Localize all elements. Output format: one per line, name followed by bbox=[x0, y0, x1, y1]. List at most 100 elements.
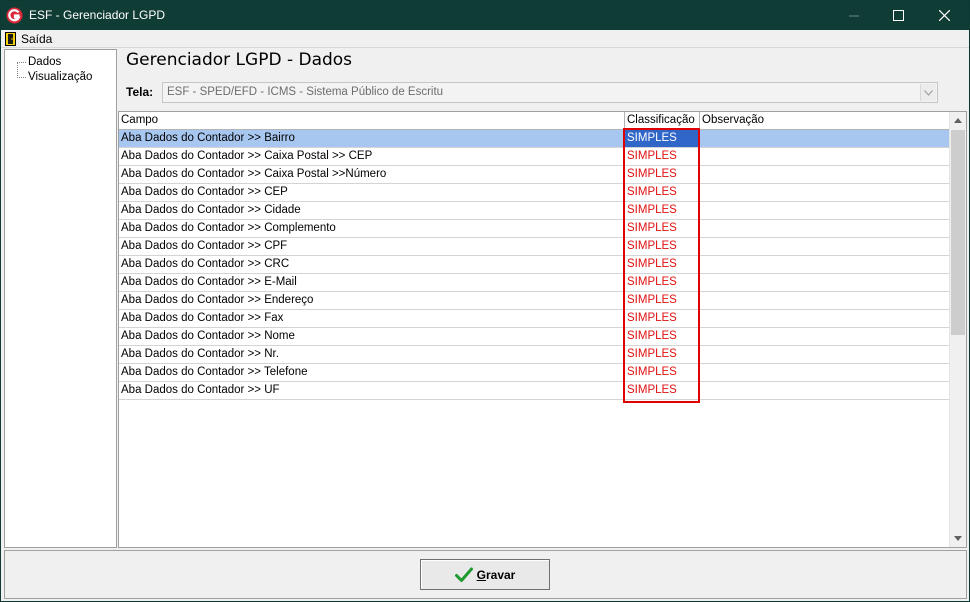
scrollbar-thumb[interactable] bbox=[951, 130, 965, 335]
menu-bar: Saída bbox=[1, 30, 969, 48]
table-row[interactable]: Aba Dados do Contador >> Nr. SIMPLES bbox=[119, 346, 949, 364]
tree-connector bbox=[17, 77, 26, 78]
cell-classificacao[interactable]: SIMPLES bbox=[625, 310, 700, 327]
table-row[interactable]: Aba Dados do Contador >> Telefone SIMPLES bbox=[119, 364, 949, 382]
tree-connector bbox=[17, 62, 18, 78]
cell-observacao[interactable] bbox=[700, 292, 949, 309]
cell-campo[interactable]: Aba Dados do Contador >> CRC bbox=[119, 256, 625, 273]
cell-classificacao[interactable]: SIMPLES bbox=[625, 148, 700, 165]
cell-observacao[interactable] bbox=[700, 148, 949, 165]
tela-select-value: ESF - SPED/EFD - ICMS - Sistema Público … bbox=[167, 86, 444, 98]
maximize-icon bbox=[892, 10, 904, 21]
cell-campo[interactable]: Aba Dados do Contador >> Nome bbox=[119, 328, 625, 345]
window-title: ESF - Gerenciador LGPD bbox=[29, 8, 166, 22]
table-row[interactable]: Aba Dados do Contador >> Bairro SIMPLES bbox=[119, 130, 949, 148]
app-window: ESF - Gerenciador LGPD Saída Dados Visua… bbox=[0, 0, 970, 602]
table-row[interactable]: Aba Dados do Contador >> Caixa Postal >>… bbox=[119, 166, 949, 184]
scroll-down-button[interactable] bbox=[950, 530, 966, 547]
column-header-campo[interactable]: Campo bbox=[119, 112, 625, 129]
cell-campo[interactable]: Aba Dados do Contador >> Cidade bbox=[119, 202, 625, 219]
cell-campo[interactable]: Aba Dados do Contador >> UF bbox=[119, 382, 625, 399]
cell-classificacao[interactable]: SIMPLES bbox=[625, 202, 700, 219]
cell-observacao[interactable] bbox=[700, 346, 949, 363]
tree-item-visualizacao[interactable]: Visualização bbox=[28, 69, 92, 84]
table-row[interactable]: Aba Dados do Contador >> CPF SIMPLES bbox=[119, 238, 949, 256]
table-row[interactable]: Aba Dados do Contador >> UF SIMPLES bbox=[119, 382, 949, 400]
cell-observacao[interactable] bbox=[700, 238, 949, 255]
door-exit-icon bbox=[5, 32, 16, 46]
cell-campo[interactable]: Aba Dados do Contador >> Caixa Postal >>… bbox=[119, 148, 625, 165]
cell-observacao[interactable] bbox=[700, 184, 949, 201]
cell-observacao[interactable] bbox=[700, 364, 949, 381]
maximize-button[interactable] bbox=[875, 1, 921, 30]
checkmark-icon bbox=[454, 567, 473, 582]
menu-exit-label: Saída bbox=[21, 32, 53, 46]
chevron-down-icon bbox=[924, 89, 933, 96]
table-row[interactable]: Aba Dados do Contador >> Nome SIMPLES bbox=[119, 328, 949, 346]
cell-classificacao[interactable]: SIMPLES bbox=[625, 328, 700, 345]
cell-classificacao[interactable]: SIMPLES bbox=[625, 256, 700, 273]
arrow-down-icon bbox=[954, 536, 962, 541]
esf-logo-icon bbox=[6, 7, 23, 24]
page-title: Gerenciador LGPD - Dados bbox=[126, 50, 353, 70]
cell-classificacao[interactable]: SIMPLES bbox=[625, 238, 700, 255]
cell-campo[interactable]: Aba Dados do Contador >> Endereço bbox=[119, 292, 625, 309]
cell-campo[interactable]: Aba Dados do Contador >> CPF bbox=[119, 238, 625, 255]
tela-dropdown-button[interactable] bbox=[920, 84, 936, 101]
table-row[interactable]: Aba Dados do Contador >> Complemento SIMP… bbox=[119, 220, 949, 238]
grid-header: Campo Classificação Observação bbox=[119, 112, 950, 130]
cell-campo[interactable]: Aba Dados do Contador >> Bairro bbox=[119, 130, 625, 147]
cell-campo[interactable]: Aba Dados do Contador >> Fax bbox=[119, 310, 625, 327]
table-row[interactable]: Aba Dados do Contador >> Fax SIMPLES bbox=[119, 310, 949, 328]
minimize-icon bbox=[849, 15, 859, 16]
cell-classificacao[interactable]: SIMPLES bbox=[625, 346, 700, 363]
cell-classificacao[interactable]: SIMPLES bbox=[625, 166, 700, 183]
minimize-button[interactable] bbox=[831, 1, 877, 30]
cell-classificacao[interactable]: SIMPLES bbox=[625, 130, 700, 147]
arrow-up-icon bbox=[954, 118, 962, 123]
vertical-scrollbar[interactable] bbox=[949, 112, 966, 547]
cell-observacao[interactable] bbox=[700, 328, 949, 345]
cell-campo[interactable]: Aba Dados do Contador >> CEP bbox=[119, 184, 625, 201]
menu-exit[interactable]: Saída bbox=[5, 31, 52, 47]
cell-campo[interactable]: Aba Dados do Contador >> Nr. bbox=[119, 346, 625, 363]
cell-campo[interactable]: Aba Dados do Contador >> E-Mail bbox=[119, 274, 625, 291]
table-row[interactable]: Aba Dados do Contador >> CRC SIMPLES bbox=[119, 256, 949, 274]
cell-observacao[interactable] bbox=[700, 202, 949, 219]
column-header-classificacao[interactable]: Classificação bbox=[625, 112, 700, 129]
cell-observacao[interactable] bbox=[700, 220, 949, 237]
tela-select[interactable]: ESF - SPED/EFD - ICMS - Sistema Público … bbox=[162, 82, 938, 103]
tree-connector bbox=[17, 62, 26, 63]
table-row[interactable]: Aba Dados do Contador >> Caixa Postal >>… bbox=[119, 148, 949, 166]
scroll-up-button[interactable] bbox=[950, 112, 966, 129]
cell-classificacao[interactable]: SIMPLES bbox=[625, 184, 700, 201]
cell-campo[interactable]: Aba Dados do Contador >> Complemento bbox=[119, 220, 625, 237]
save-button[interactable]: Gravar bbox=[420, 559, 550, 590]
column-header-observacao[interactable]: Observação bbox=[700, 112, 950, 129]
cell-observacao[interactable] bbox=[700, 274, 949, 291]
data-grid: Campo Classificação Observação Aba Dados… bbox=[118, 111, 967, 548]
table-row[interactable]: Aba Dados do Contador >> Endereço SIMPLES bbox=[119, 292, 949, 310]
title-bar[interactable]: ESF - Gerenciador LGPD bbox=[1, 1, 969, 30]
cell-campo[interactable]: Aba Dados do Contador >> Telefone bbox=[119, 364, 625, 381]
navigation-tree: Dados Visualização bbox=[4, 49, 117, 548]
cell-campo[interactable]: Aba Dados do Contador >> Caixa Postal >>… bbox=[119, 166, 625, 183]
close-button[interactable] bbox=[921, 1, 967, 30]
cell-classificacao[interactable]: SIMPLES bbox=[625, 292, 700, 309]
table-row[interactable]: Aba Dados do Contador >> E-Mail SIMPLES bbox=[119, 274, 949, 292]
tree-item-dados[interactable]: Dados bbox=[28, 54, 61, 69]
table-row[interactable]: Aba Dados do Contador >> Cidade SIMPLES bbox=[119, 202, 949, 220]
cell-classificacao[interactable]: SIMPLES bbox=[625, 364, 700, 381]
cell-observacao[interactable] bbox=[700, 130, 949, 147]
cell-observacao[interactable] bbox=[700, 256, 949, 273]
cell-classificacao[interactable]: SIMPLES bbox=[625, 220, 700, 237]
cell-classificacao[interactable]: SIMPLES bbox=[625, 382, 700, 399]
cell-observacao[interactable] bbox=[700, 382, 949, 399]
table-row[interactable]: Aba Dados do Contador >> CEP SIMPLES bbox=[119, 184, 949, 202]
cell-classificacao[interactable]: SIMPLES bbox=[625, 274, 700, 291]
cell-observacao[interactable] bbox=[700, 310, 949, 327]
cell-observacao[interactable] bbox=[700, 166, 949, 183]
close-icon bbox=[938, 10, 950, 21]
tela-label: Tela: bbox=[126, 85, 154, 99]
save-button-label: Gravar bbox=[476, 567, 516, 582]
